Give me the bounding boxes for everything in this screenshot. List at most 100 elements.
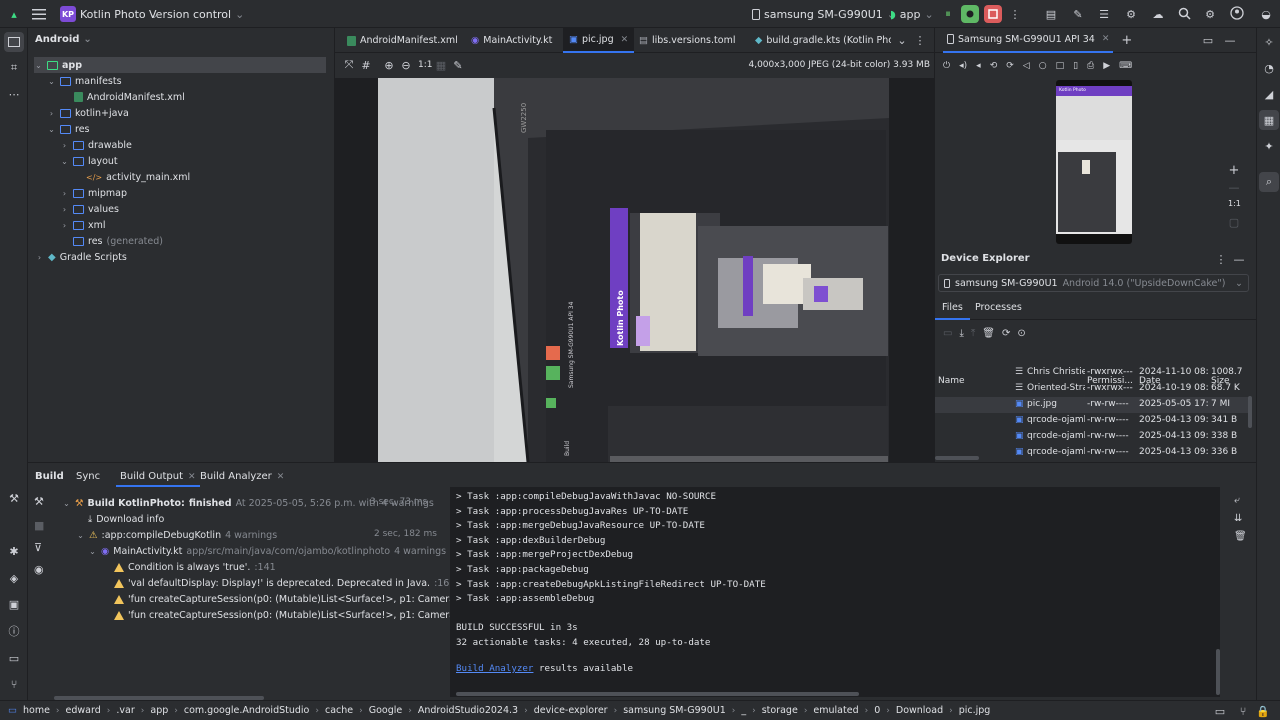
fit-screen-icon[interactable]: ▢ bbox=[1227, 215, 1241, 229]
zoom-out-icon[interactable]: ⊖ bbox=[399, 58, 413, 72]
vertical-scrollbar[interactable] bbox=[1248, 396, 1252, 428]
layout-options-icon[interactable]: ▭ bbox=[1201, 33, 1215, 47]
close-tab-icon[interactable]: ✕ bbox=[1102, 34, 1110, 44]
breadcrumb-item[interactable]: _ bbox=[741, 705, 746, 716]
horizontal-scrollbar[interactable] bbox=[935, 456, 979, 460]
warning-row[interactable]: 'val defaultDisplay: Display!' is deprec… bbox=[114, 575, 455, 591]
file-row[interactable]: ▣ qrcode-ojamb -rw-rw---- 2025-04-13 09:4 33… bbox=[935, 429, 1251, 445]
fold-icon[interactable]: ▯ bbox=[1073, 61, 1078, 71]
breadcrumb-item[interactable]: app bbox=[150, 705, 168, 716]
sdk-manager-icon[interactable]: ⚙ bbox=[1123, 6, 1139, 22]
stop-build-icon[interactable]: ■ bbox=[34, 519, 44, 541]
breadcrumb-item[interactable]: storage bbox=[762, 705, 798, 716]
tabs-more-icon[interactable]: ⋮ bbox=[913, 33, 927, 47]
breadcrumb-item[interactable]: samsung SM-G990U1 bbox=[623, 705, 726, 716]
device-explorer-options-icon[interactable]: ⋮ bbox=[1215, 252, 1227, 266]
warning-row[interactable]: 'fun createCaptureSession(p0: (Mutable)L… bbox=[114, 607, 450, 623]
breadcrumb-item[interactable]: device-explorer bbox=[534, 705, 608, 716]
scroll-to-end-icon[interactable]: ⇊ bbox=[1234, 513, 1247, 531]
more-actions-icon[interactable]: ⋮ bbox=[1008, 6, 1022, 22]
project-view-selector[interactable]: Android ⌄ bbox=[35, 34, 92, 45]
rotate-right-icon[interactable]: ⟳ bbox=[1006, 61, 1014, 71]
tab-libs-versions[interactable]: ▤ libs.versions.toml bbox=[635, 28, 739, 53]
logcat-icon[interactable]: ✎ bbox=[1070, 6, 1086, 22]
minimize-icon[interactable]: — bbox=[1223, 33, 1237, 47]
mainactivity-node[interactable]: ⌄ ◉ MainActivity.kt app/src/main/java/co… bbox=[88, 543, 446, 559]
tab-processes[interactable]: Processes bbox=[975, 298, 1022, 320]
terminal-icon[interactable]: ▭ bbox=[4, 648, 24, 668]
breadcrumb-item[interactable]: edward bbox=[66, 705, 101, 716]
main-menu-icon[interactable] bbox=[30, 5, 48, 23]
hammer-icon[interactable]: ⚒ bbox=[34, 495, 44, 519]
volume-up-icon[interactable]: ◂) bbox=[959, 61, 967, 71]
breadcrumb-item[interactable]: emulated bbox=[813, 705, 858, 716]
console-v-scrollbar[interactable] bbox=[1216, 649, 1220, 695]
device-explorer-hide-icon[interactable]: — bbox=[1233, 252, 1245, 266]
device-manager-icon[interactable]: ▤ bbox=[1043, 6, 1059, 22]
studio-bot-icon[interactable]: ✦ bbox=[1259, 136, 1279, 156]
version-control-icon[interactable]: ⑂ bbox=[4, 674, 24, 694]
tab-build-analyzer[interactable]: Build Analyzer ✕ bbox=[200, 471, 284, 482]
tree-item-values[interactable]: › values bbox=[60, 201, 119, 217]
tabs-dropdown-icon[interactable]: ⌄ bbox=[895, 33, 909, 47]
volume-down-icon[interactable]: ◂ bbox=[976, 61, 981, 71]
gradle-tool-icon[interactable]: ◢ bbox=[1259, 84, 1279, 104]
device-mirror[interactable]: Kotlin Photo bbox=[1056, 80, 1132, 244]
breadcrumb-item[interactable]: Google bbox=[369, 705, 403, 716]
keyboard-icon[interactable]: ⌨ bbox=[1119, 61, 1132, 71]
tree-item-layout[interactable]: ⌄ layout bbox=[60, 153, 118, 169]
fit-zoom-icon[interactable]: ⤧ bbox=[342, 58, 356, 72]
debug-icon[interactable] bbox=[961, 5, 979, 23]
delete-icon[interactable]: 🗑 bbox=[982, 328, 995, 339]
soft-wrap-icon[interactable]: ⤶ bbox=[1234, 495, 1247, 513]
compile-task-node[interactable]: ⌄ ⚠ :app:compileDebugKotlin 4 warnings bbox=[76, 527, 277, 543]
git-branch-icon[interactable]: ⑂ bbox=[1236, 704, 1250, 718]
tab-sync[interactable]: Sync bbox=[76, 471, 100, 482]
version-control-menu[interactable]: Version control ⌄ bbox=[143, 4, 250, 24]
breadcrumb-item[interactable]: pic.jpg bbox=[959, 705, 991, 716]
new-folder-icon[interactable]: ▭ bbox=[943, 328, 952, 339]
clear-console-icon[interactable]: 🗑 bbox=[1234, 531, 1247, 549]
project-tool-icon[interactable] bbox=[4, 32, 24, 52]
close-tab-icon[interactable]: ✕ bbox=[621, 35, 629, 45]
file-row[interactable]: ☰ Oriented-Stra -rwxrwx--- 2024-10-19 08:1 6… bbox=[935, 381, 1251, 397]
zoom-in-icon[interactable]: + bbox=[1227, 163, 1241, 178]
file-row[interactable]: ▣ qrcode-ojamb -rw-rw---- 2025-04-13 09:4 34… bbox=[935, 413, 1251, 429]
tab-build-output[interactable]: Build Output ✕ bbox=[116, 463, 200, 487]
pin-icon[interactable]: ⊽ bbox=[34, 541, 44, 563]
tab-files[interactable]: Files bbox=[935, 298, 970, 320]
chessboard-icon[interactable]: ▦ bbox=[434, 58, 448, 72]
memory-indicator-icon[interactable]: ▭ bbox=[1213, 704, 1227, 718]
upload-icon[interactable]: ⤒ bbox=[971, 328, 975, 339]
actual-size-button[interactable]: 1:1 bbox=[418, 60, 432, 70]
screenshot-icon[interactable]: ⎙ bbox=[1087, 61, 1094, 71]
breadcrumb-item[interactable]: 0 bbox=[874, 705, 880, 716]
tree-item-manifests[interactable]: ⌄ manifests bbox=[47, 73, 121, 89]
breadcrumb-item[interactable]: home bbox=[23, 705, 50, 716]
breadcrumb-item[interactable]: .var bbox=[116, 705, 134, 716]
color-picker-icon[interactable]: ✎ bbox=[451, 58, 465, 72]
tab-build-gradle[interactable]: ◆ build.gradle.kts (Kotlin Phot bbox=[751, 28, 891, 53]
tree-item-drawable[interactable]: › drawable bbox=[60, 137, 132, 153]
tab-pic-jpg[interactable]: ▣ pic.jpg ✕ bbox=[563, 28, 635, 53]
power-icon[interactable]: ⏻ bbox=[943, 61, 950, 71]
gemini-icon[interactable]: ✧ bbox=[1259, 32, 1279, 52]
eye-icon[interactable]: ◉ bbox=[34, 563, 44, 585]
device-explorer-tool-icon[interactable]: ⌕ bbox=[1259, 172, 1279, 192]
tree-item-gradle-scripts[interactable]: › ◆ Gradle Scripts bbox=[35, 249, 127, 265]
app-inspection-icon[interactable]: ✱ bbox=[4, 541, 24, 561]
running-devices-tool-icon[interactable]: ▦ bbox=[1259, 110, 1279, 130]
download-info-node[interactable]: ⤓ Download info bbox=[88, 511, 164, 527]
back-icon[interactable]: ◁ bbox=[1023, 61, 1030, 71]
build-analyzer-link[interactable]: Build Analyzer bbox=[456, 663, 533, 674]
grid-icon[interactable]: # bbox=[359, 58, 373, 72]
zoom-out-icon[interactable]: — bbox=[1227, 180, 1241, 194]
more-tools-icon[interactable]: ⋯ bbox=[4, 84, 24, 104]
tree-item-res[interactable]: ⌄ res bbox=[47, 121, 89, 137]
tree-item-kotlin-java[interactable]: › kotlin+java bbox=[47, 105, 129, 121]
warning-row[interactable]: Condition is always 'true'.:141 bbox=[114, 559, 276, 575]
warning-row[interactable]: 'fun createCaptureSession(p0: (Mutable)L… bbox=[114, 591, 450, 607]
download-icon[interactable]: ⤓ bbox=[959, 328, 963, 339]
lock-icon[interactable]: 🔒 bbox=[1256, 704, 1270, 718]
tree-item-android-manifest[interactable]: AndroidManifest.xml bbox=[74, 89, 185, 105]
